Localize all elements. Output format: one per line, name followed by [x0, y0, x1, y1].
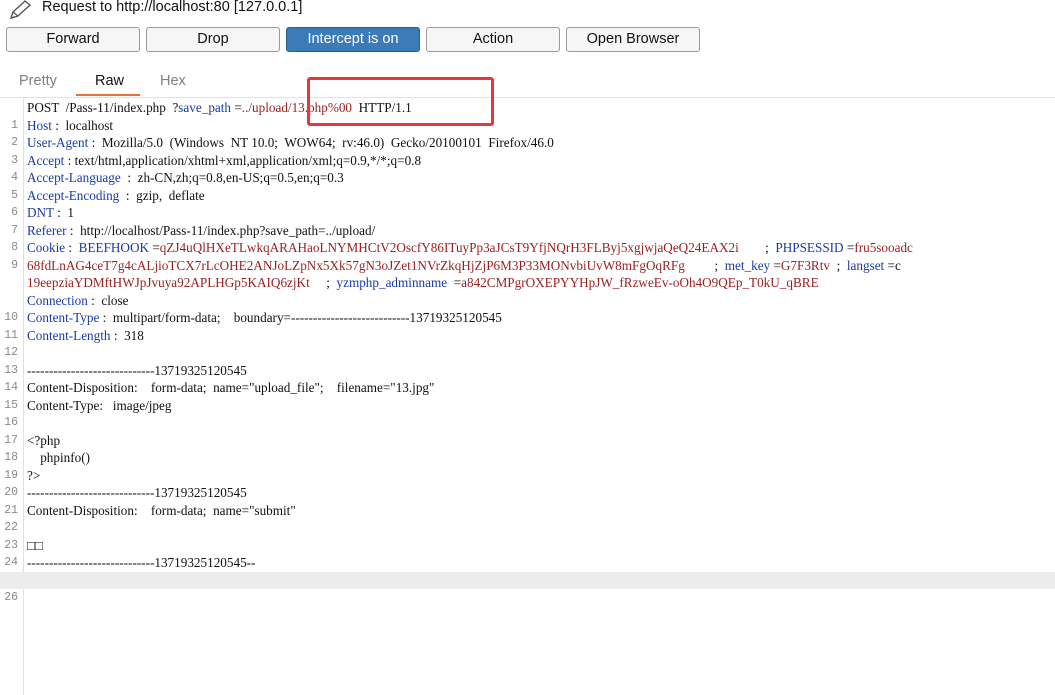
editor-line: 13: [4, 363, 18, 377]
title-bar: Request to http://localhost:80 [127.0.0.…: [0, 0, 1055, 22]
editor-line: 3 User-Agent : Mozilla/5.0 (Windows NT 1…: [11, 135, 554, 167]
tab-hex[interactable]: Hex: [160, 73, 186, 89]
editor-line: 2 Host : localhost: [11, 117, 114, 150]
highlight-annotation-box: [307, 77, 494, 126]
request-editor[interactable]: 1 POST /Pass-11/index.php ?save_path =..…: [0, 98, 1055, 695]
editor-line: 6 Accept-Encoding : gzip, deflate: [11, 187, 205, 220]
editor-line-wrap: 68fdLnAG4ceT7g4cALjioTCX7rLcOHE2ANJoLZpN…: [27, 257, 901, 273]
editor-line: 20 ?>: [4, 467, 41, 500]
editor-line: 10 Connection : close: [4, 292, 129, 325]
editor-line: 16 Content-Type: image/jpeg: [4, 397, 172, 430]
intercept-toggle-button[interactable]: Intercept is on: [286, 27, 420, 52]
editor-line: 5 Accept-Language : zh-CN,zh;q=0.8,en-US…: [11, 170, 344, 202]
request-title: Request to http://localhost:80 [127.0.0.…: [42, 0, 303, 15]
forward-button[interactable]: Forward: [6, 27, 140, 52]
drop-button[interactable]: Drop: [146, 27, 280, 52]
tab-pretty[interactable]: Pretty: [19, 73, 57, 89]
editor-line: 19 phpinfo(): [4, 450, 90, 482]
editor-line: 9 Cookie : BEEFHOOK =qZJ4uQlHXeTLwkqARAH…: [11, 240, 913, 272]
intercept-toolbar: Forward Drop Intercept is on Action Open…: [0, 26, 1055, 56]
editor-line: 21 -----------------------------13719325…: [4, 485, 247, 517]
editor-line: 15 Content-Disposition: form-data; name=…: [4, 380, 435, 412]
pencil-icon: [9, 0, 32, 20]
editor-line: 1 POST /Pass-11/index.php ?save_path =..…: [11, 100, 412, 132]
editor-line: 14 -----------------------------13719325…: [4, 362, 247, 395]
action-button[interactable]: Action: [426, 27, 560, 52]
editor-line: 18 <?php: [4, 432, 61, 465]
editor-line: 22 Content-Disposition: form-data; name=…: [4, 502, 296, 535]
editor-line-wrap: 19eepziaYDMftHWJpJvuya92APLHGp5KAIQ6zjKt…: [27, 275, 819, 290]
editor-line: 8 Referer : http://localhost/Pass-11/ind…: [11, 222, 376, 255]
editor-line: 4 Accept : text/html,application/xhtml+x…: [11, 152, 422, 185]
editor-line: 24 □□: [4, 537, 43, 570]
editor-line: 12 Content-Length : 318: [4, 327, 144, 360]
editor-line: 7 DNT : 1: [11, 205, 75, 237]
open-browser-button[interactable]: Open Browser: [566, 27, 700, 52]
active-tab-indicator: [76, 94, 140, 96]
editor-line: 23: [4, 538, 18, 552]
editor-line-current: 26: [0, 571, 1055, 604]
editor-line: 11 Content-Type : multipart/form-data; b…: [4, 310, 502, 342]
tab-raw[interactable]: Raw: [95, 73, 124, 89]
editor-line: 17: [4, 433, 18, 447]
view-tabs: Pretty Raw Hex: [0, 70, 300, 98]
editor-line: 25 -----------------------------13719325…: [4, 555, 256, 587]
